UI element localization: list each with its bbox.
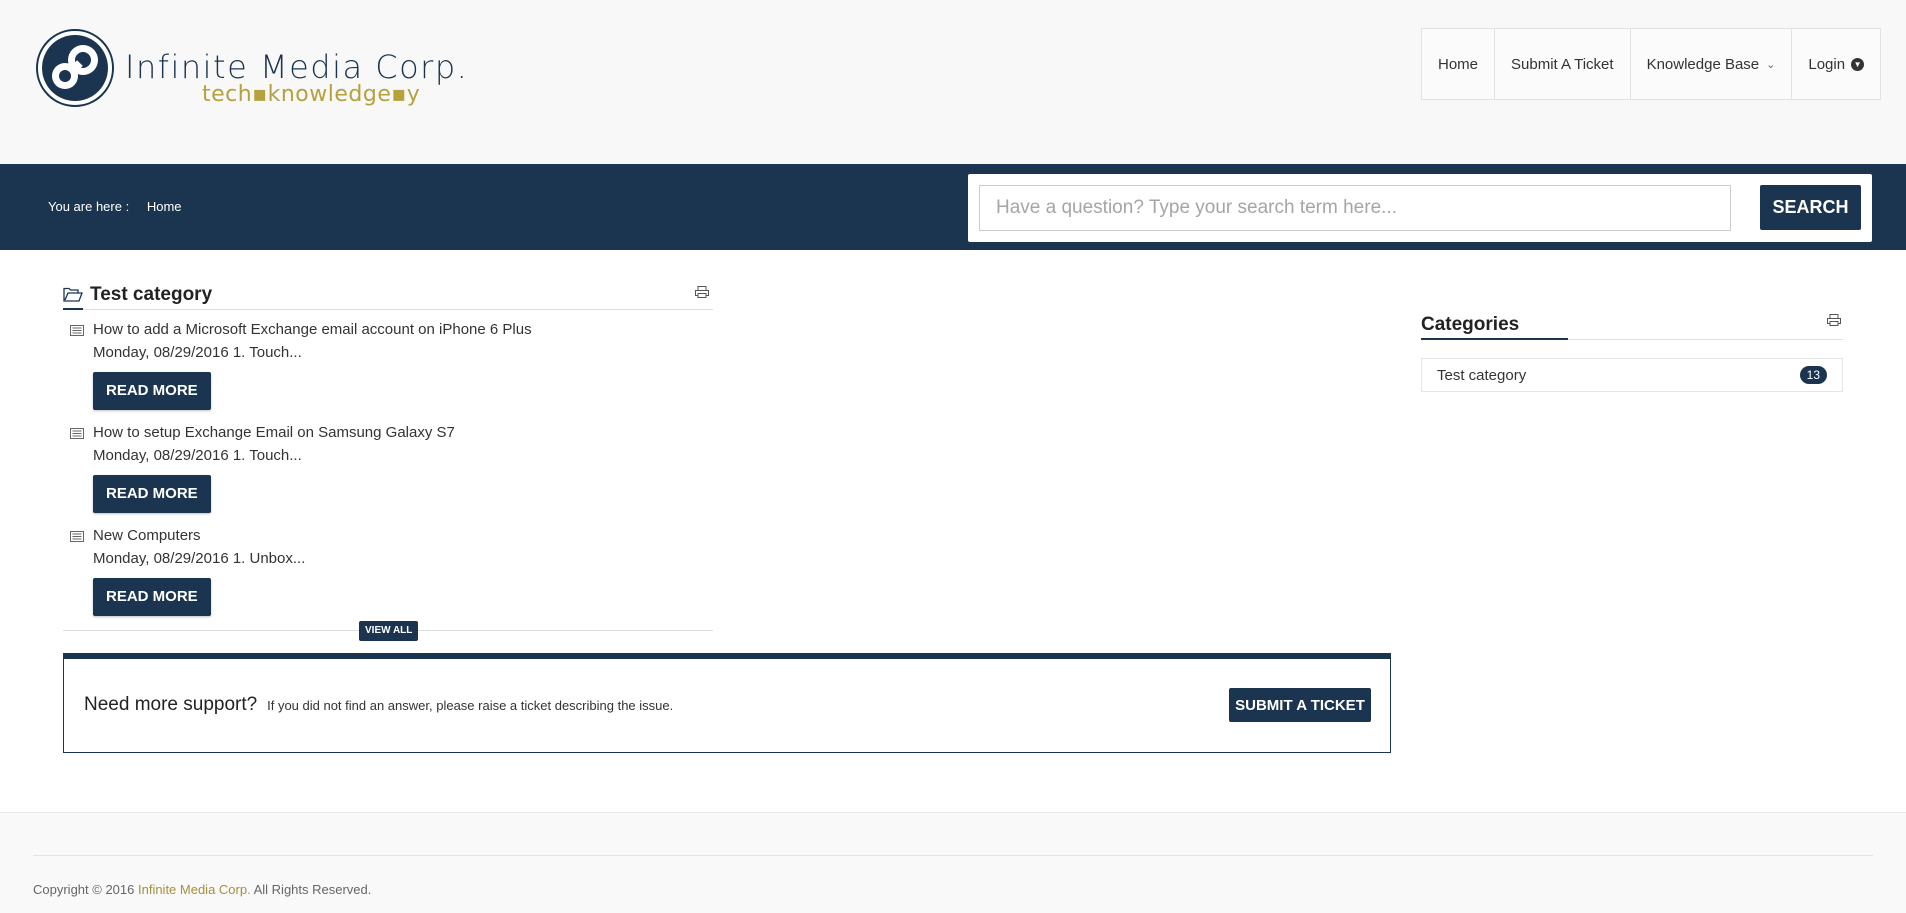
read-more-button[interactable]: READ MORE xyxy=(93,372,211,410)
read-more-button[interactable]: READ MORE xyxy=(93,475,211,513)
category-section: Test category How to add a Microsoft Exc… xyxy=(63,280,713,650)
categories-sidebar: Categories Test category 13 xyxy=(1421,310,1843,392)
nav-item-label: Login xyxy=(1808,55,1846,73)
header-underline xyxy=(1421,338,1568,340)
chevron-circle-down-icon: ▼ xyxy=(1851,57,1865,71)
copyright: Copyright © 2016 Infinite Media Corp. Al… xyxy=(33,882,371,897)
nav-item-knowledge-base[interactable]: Knowledge Base ⌄ xyxy=(1631,29,1793,99)
search-input[interactable] xyxy=(979,185,1731,231)
logo[interactable]: Infinite Media Corp. tech▪knowledge▪y xyxy=(35,28,467,114)
read-more-button[interactable]: READ MORE xyxy=(93,578,211,616)
article-excerpt: Monday, 08/29/2016 1. Touch... xyxy=(93,447,302,464)
category-title[interactable]: Test category xyxy=(90,284,212,306)
nav-item-home[interactable]: Home xyxy=(1422,29,1496,99)
print-icon[interactable] xyxy=(695,286,709,298)
view-all-button[interactable]: VIEW ALL xyxy=(359,621,419,641)
search-button[interactable]: SEARCH xyxy=(1760,185,1861,230)
breadcrumb-label: You are here : xyxy=(48,199,130,214)
footer-brand-link[interactable]: Infinite Media Corp. xyxy=(138,882,251,897)
support-heading: Need more support? xyxy=(84,694,258,715)
category-header: Test category xyxy=(63,280,713,310)
search-box: SEARCH xyxy=(968,174,1872,242)
breadcrumb: You are here : Home xyxy=(48,199,182,214)
article-title[interactable]: How to setup Exchange Email on Samsung G… xyxy=(93,423,713,442)
search-bar-section: You are here : Home SEARCH xyxy=(0,164,1906,250)
sidebar-title: Categories xyxy=(1421,313,1520,335)
print-icon[interactable] xyxy=(1827,314,1841,326)
nav-item-submit-ticket[interactable]: Submit A Ticket xyxy=(1495,29,1631,99)
submit-ticket-button[interactable]: SUBMIT A TICKET xyxy=(1229,688,1371,722)
article-item: New Computers Monday, 08/29/2016 1. Unbo… xyxy=(63,526,713,616)
breadcrumb-home-link[interactable]: Home xyxy=(147,199,182,214)
header: Infinite Media Corp. tech▪knowledge▪y Ho… xyxy=(0,0,1906,164)
article-icon xyxy=(70,325,84,336)
main-nav: Home Submit A Ticket Knowledge Base ⌄ Lo… xyxy=(1421,28,1882,100)
article-icon xyxy=(70,428,84,439)
article-icon xyxy=(70,531,84,542)
footer-divider xyxy=(33,855,1873,856)
article-item: How to add a Microsoft Exchange email ac… xyxy=(63,320,713,410)
footer: Copyright © 2016 Infinite Media Corp. Al… xyxy=(0,812,1906,913)
copyright-prefix: Copyright © 2016 xyxy=(33,882,138,897)
support-text: Need more support? If you did not find a… xyxy=(84,694,673,716)
sidebar-item-label: Test category xyxy=(1437,366,1527,384)
header-underline xyxy=(63,308,83,310)
nav-item-label: Knowledge Base xyxy=(1646,55,1760,73)
copyright-suffix: All Rights Reserved. xyxy=(250,882,372,897)
view-all-divider: VIEW ALL xyxy=(63,621,713,650)
folder-open-icon xyxy=(63,287,83,302)
logo-tagline: tech▪knowledge▪y xyxy=(202,82,421,107)
count-badge: 13 xyxy=(1799,366,1827,384)
article-item: How to setup Exchange Email on Samsung G… xyxy=(63,423,713,513)
article-title[interactable]: How to add a Microsoft Exchange email ac… xyxy=(93,320,713,339)
article-excerpt: Monday, 08/29/2016 1. Touch... xyxy=(93,344,302,361)
support-description: If you did not find an answer, please ra… xyxy=(267,698,674,713)
article-title[interactable]: New Computers xyxy=(93,526,713,545)
nav-item-login[interactable]: Login ▼ xyxy=(1792,29,1880,99)
logo-mark-icon xyxy=(36,29,114,107)
sidebar-header: Categories xyxy=(1421,310,1843,340)
support-callout: Need more support? If you did not find a… xyxy=(63,653,1391,753)
article-excerpt: Monday, 08/29/2016 1. Unbox... xyxy=(93,550,306,567)
nav-item-label: Submit A Ticket xyxy=(1511,55,1614,73)
logo-title: Infinite Media Corp. xyxy=(125,48,469,86)
article-list: How to add a Microsoft Exchange email ac… xyxy=(63,320,713,616)
sidebar-item-test-category[interactable]: Test category 13 xyxy=(1421,358,1843,392)
chevron-down-icon: ⌄ xyxy=(1766,58,1776,71)
nav-item-label: Home xyxy=(1438,55,1479,73)
